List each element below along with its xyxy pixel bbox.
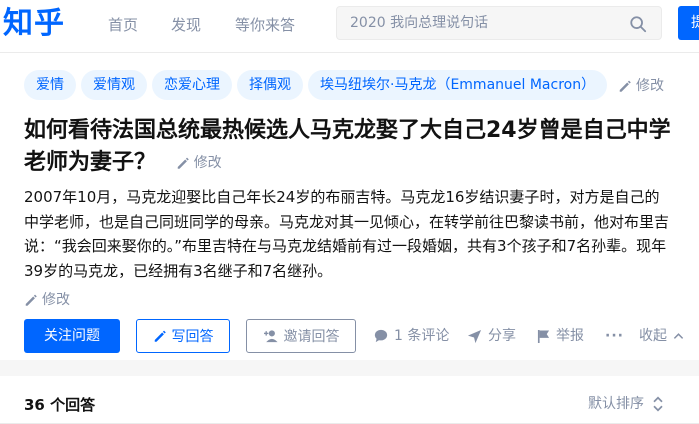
topic-tag[interactable]: 爱情 [24, 70, 76, 100]
pencil-icon [619, 80, 631, 92]
follow-question-button[interactable]: 关注问题 [24, 319, 120, 353]
topic-tag[interactable]: 恋爱心理 [152, 70, 232, 100]
answer-count: 36 个回答 [24, 396, 96, 414]
report-button[interactable]: 举报 [537, 327, 584, 345]
edit-title-button[interactable]: 修改 [176, 154, 222, 172]
question-description: 2007年10月，马克龙迎娶比自己年长24岁的布丽吉特。马克龙16岁结识妻子时，… [24, 188, 670, 280]
search-icon[interactable] [629, 15, 647, 33]
topic-tag[interactable]: 择偶观 [237, 70, 303, 100]
more-button[interactable]: ··· [605, 327, 624, 345]
comments-button[interactable]: 1 条评论 [374, 327, 449, 345]
paper-plane-icon [467, 329, 482, 343]
edit-label: 修改 [193, 155, 222, 171]
sort-dropdown[interactable]: 默认排序 [588, 395, 666, 413]
invite-answer-button[interactable]: 邀请回答 [246, 319, 356, 353]
ask-question-button[interactable]: 提 [678, 6, 699, 40]
nav-home[interactable]: 首页 [108, 15, 138, 35]
edit-description-button[interactable]: 修改 [24, 291, 70, 309]
comment-icon [374, 329, 388, 343]
share-button[interactable]: 分享 [467, 327, 516, 345]
sort-arrows-icon [653, 396, 663, 412]
pencil-icon [25, 294, 37, 306]
nav-explore[interactable]: 发现 [171, 15, 201, 35]
pencil-icon [154, 330, 166, 342]
write-answer-button[interactable]: 写回答 [136, 319, 230, 353]
pencil-icon [177, 157, 189, 169]
edit-label: 修改 [636, 78, 664, 94]
question-title: 如何看待法国总统最热候选人马克龙娶了大自己24岁曾是自己中学老师为妻子？ 修改 [24, 118, 671, 175]
topic-tag[interactable]: 埃马纽埃尔·马克龙（Emmanuel Macron） [308, 70, 608, 100]
chevron-up-icon [673, 332, 684, 339]
answers-header: 36 个回答 默认排序 [0, 376, 699, 424]
flag-icon [537, 329, 550, 343]
zhihu-logo[interactable]: 知乎 [3, 6, 65, 42]
collapse-button[interactable]: 收起 [639, 327, 684, 345]
search-placeholder: 2020 我向总理说句话 [350, 15, 489, 31]
edit-label: 修改 [42, 292, 70, 308]
edit-topics-button[interactable]: 修改 [618, 77, 664, 95]
top-header: 知乎 首页 发现 等你来答 2020 我向总理说句话 提 [0, 0, 699, 52]
search-input[interactable]: 2020 我向总理说句话 [336, 6, 662, 40]
nav-waiting-answers[interactable]: 等你来答 [235, 15, 295, 35]
topic-tag[interactable]: 爱情观 [81, 70, 147, 100]
add-user-icon [263, 330, 278, 343]
question-card: 爱情 爱情观 恋爱心理 择偶观 埃马纽埃尔·马克龙（Emmanuel Macro… [0, 52, 699, 360]
